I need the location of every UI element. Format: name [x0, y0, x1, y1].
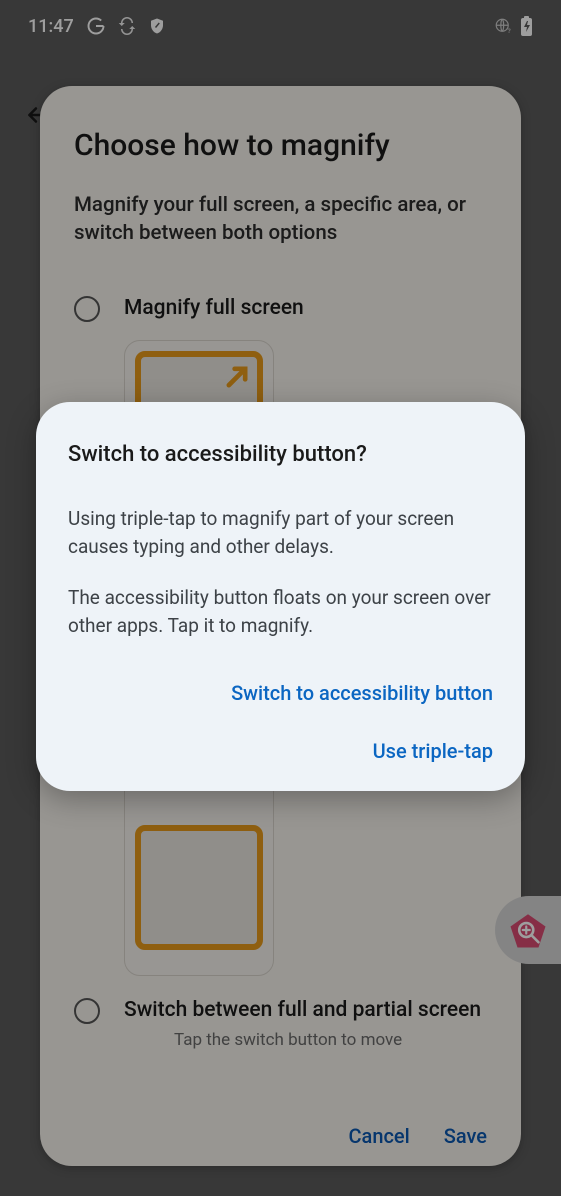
switch-accessibility-dialog: Switch to accessibility button? Using tr… — [36, 402, 525, 791]
dialog-title: Switch to accessibility button? — [68, 442, 493, 467]
dialog-body-1: Using triple-tap to magnify part of your… — [68, 505, 493, 560]
dialog-body-2: The accessibility button floats on your … — [68, 584, 493, 639]
dialog-actions: Switch to accessibility button Use tripl… — [68, 681, 493, 763]
use-triple-tap-button[interactable]: Use triple-tap — [373, 739, 493, 763]
switch-button[interactable]: Switch to accessibility button — [231, 681, 493, 705]
